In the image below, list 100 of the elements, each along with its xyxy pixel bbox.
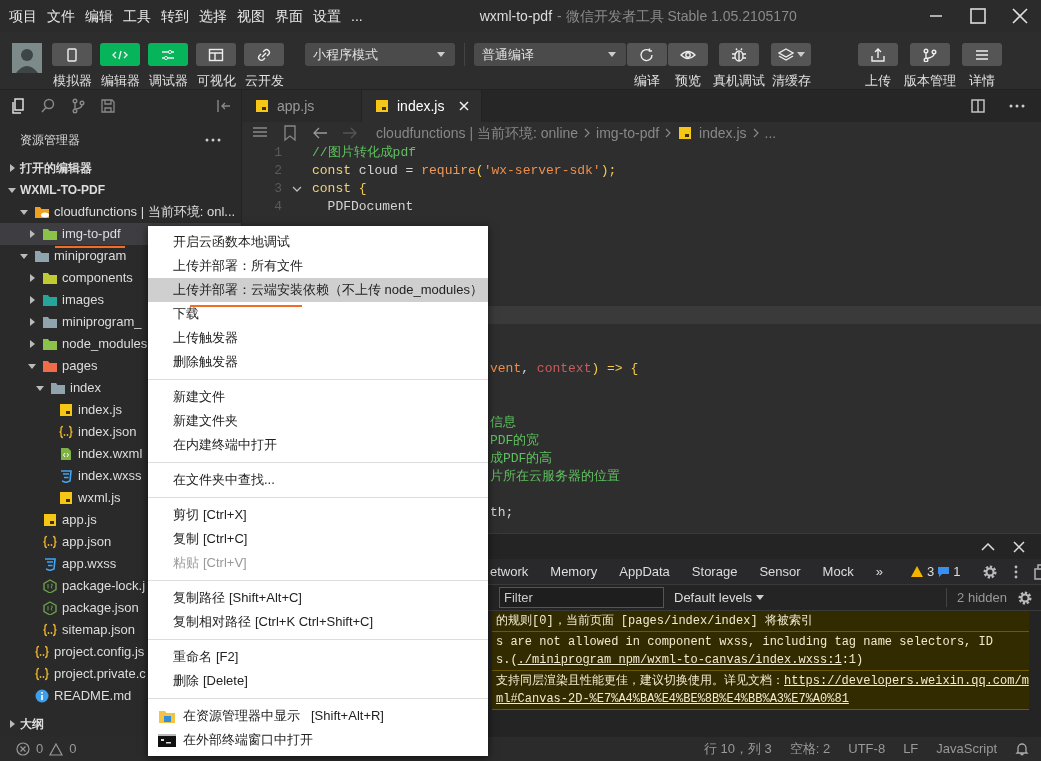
toolbar-label: 模拟器 xyxy=(52,72,92,90)
devtools-tab[interactable]: Mock xyxy=(822,561,854,582)
menu-item[interactable]: 删除触发器 xyxy=(148,350,488,374)
compile-dropdown[interactable]: 普通编译 xyxy=(474,43,626,66)
filter-field[interactable]: Filter xyxy=(499,587,664,608)
editor-tab[interactable]: index.js xyxy=(362,90,482,122)
tree-item[interactable]: cloudfunctions | 当前环境: onl... xyxy=(0,201,241,223)
menu-item[interactable]: 复制相对路径 [Ctrl+K Ctrl+Shift+C] xyxy=(148,610,488,634)
status-item[interactable]: UTF-8 xyxy=(848,739,886,759)
breadcrumb-item[interactable]: ... xyxy=(764,122,777,144)
status-item[interactable]: 空格: 2 xyxy=(789,739,831,759)
breadcrumb-item[interactable]: index.js xyxy=(699,122,747,144)
phone-icon xyxy=(64,47,80,62)
layout-button[interactable] xyxy=(196,43,236,66)
menu-item[interactable]: 项目 xyxy=(4,5,42,27)
js-file-icon xyxy=(254,99,270,113)
code-line: const { xyxy=(312,180,367,199)
menu-item[interactable]: 转到 xyxy=(156,5,194,27)
menu-item[interactable]: 删除 [Delete] xyxy=(148,669,488,693)
devtools-tab[interactable]: AppData xyxy=(619,561,670,582)
split-editor-icon[interactable] xyxy=(971,99,985,113)
breadcrumb-item[interactable]: img-to-pdf xyxy=(596,122,660,144)
back-icon[interactable] xyxy=(312,125,328,141)
settings-icon[interactable] xyxy=(1017,589,1033,606)
link[interactable]: ./miniprogram_npm/wxml-to-canvas/index.wxss:1 xyxy=(517,653,842,667)
menu-item[interactable]: 在内建终端中打开 xyxy=(148,433,488,457)
branch-icon[interactable] xyxy=(70,98,86,114)
close-icon[interactable] xyxy=(1013,540,1025,553)
more-tabs-button[interactable]: » xyxy=(875,561,883,582)
phone-button[interactable] xyxy=(52,43,92,66)
warning-count[interactable]: 3 xyxy=(926,561,935,582)
menu-item[interactable]: 复制 [Ctrl+C] xyxy=(148,527,488,551)
layers-button[interactable] xyxy=(771,43,811,66)
layers-icon xyxy=(777,47,794,62)
sliders-icon xyxy=(160,47,176,62)
chevron-up-icon[interactable] xyxy=(981,542,995,551)
menu-item[interactable]: 新建文件夹 xyxy=(148,409,488,433)
menu-item[interactable]: 下载 xyxy=(148,302,488,326)
menu-item[interactable]: 上传触发器 xyxy=(148,326,488,350)
editor-tab[interactable]: app.js xyxy=(242,90,362,122)
menu-item[interactable]: 上传并部署：所有文件 xyxy=(148,254,488,278)
menu-item[interactable]: 视图 xyxy=(232,5,270,27)
section-header[interactable]: 打开的编辑器 xyxy=(20,159,92,177)
menu-item[interactable]: 在外部终端窗口中打开 xyxy=(148,728,488,752)
settings-icon[interactable] xyxy=(982,563,999,580)
section-header[interactable]: WXML-TO-PDF xyxy=(20,181,106,199)
warning-icon xyxy=(910,566,923,577)
maximize-icon[interactable] xyxy=(969,8,987,24)
menu-item[interactable]: 编辑 xyxy=(80,5,118,27)
devtools-tab[interactable]: Memory xyxy=(550,561,598,582)
status-item[interactable]: LF xyxy=(903,739,919,759)
menu-button[interactable] xyxy=(962,43,1002,66)
collapse-panel-icon[interactable] xyxy=(215,98,231,114)
menu-item[interactable]: ... xyxy=(346,5,368,27)
toolbar-label: 清缓存 xyxy=(771,72,811,90)
menu-item[interactable]: 选择 xyxy=(194,5,232,27)
warning-icon xyxy=(49,742,64,756)
menu-item[interactable]: 文件 xyxy=(42,5,80,27)
menu-item[interactable]: 工具 xyxy=(118,5,156,27)
toolbar-label: 真机调试 xyxy=(713,72,765,90)
menu-item[interactable]: 在资源管理器中显示 [Shift+Alt+R] xyxy=(148,704,488,728)
menu-item[interactable]: 新建文件 xyxy=(148,385,488,409)
link-icon xyxy=(256,47,272,62)
more-icon[interactable] xyxy=(205,137,221,142)
error-count[interactable]: 0 xyxy=(36,739,44,759)
search-icon[interactable] xyxy=(40,98,56,114)
breadcrumb-item[interactable]: cloudfunctions | 当前环境: online xyxy=(376,122,579,144)
bell-icon[interactable] xyxy=(1015,742,1029,756)
bookmark-icon[interactable] xyxy=(282,125,298,141)
status-item[interactable]: JavaScript xyxy=(936,739,997,759)
refresh-button[interactable] xyxy=(627,43,667,66)
sliders-button[interactable] xyxy=(148,43,188,66)
devtools-tab[interactable]: etwork xyxy=(490,561,529,582)
branch-button[interactable] xyxy=(910,43,950,66)
warning-count[interactable]: 0 xyxy=(69,739,77,759)
menu-item[interactable]: 界面 xyxy=(270,5,308,27)
link[interactable]: ml#Canvas-2D-%E7%A4%BA%E4%BE%8B%E4%BB%A3%E7%A0%81 xyxy=(496,692,849,706)
fold-chevron-icon[interactable] xyxy=(292,185,302,193)
link[interactable]: https://developers.weixin.qq.com/m xyxy=(784,674,1029,688)
files-icon[interactable] xyxy=(10,98,26,114)
menu-item[interactable]: 复制路径 [Shift+Alt+C] xyxy=(148,586,488,610)
close-icon[interactable] xyxy=(1011,8,1029,24)
bug-button[interactable] xyxy=(719,43,759,66)
bug-icon xyxy=(731,47,747,62)
section-header[interactable]: 大纲 xyxy=(20,715,44,733)
upload-button[interactable] xyxy=(858,43,898,66)
info-count[interactable]: 1 xyxy=(953,561,961,582)
save-icon[interactable] xyxy=(100,98,116,114)
devtools-tab[interactable]: Sensor xyxy=(759,561,801,582)
js-file-icon xyxy=(58,403,74,417)
menu-item[interactable]: 设置 xyxy=(308,5,346,27)
menu-item[interactable]: 重命名 [F2] xyxy=(148,645,488,669)
more-vertical-icon[interactable] xyxy=(1014,564,1019,579)
eye-button[interactable] xyxy=(668,43,708,66)
more-icon[interactable] xyxy=(1009,104,1025,108)
mode-dropdown[interactable]: 小程序模式 xyxy=(305,43,455,66)
devtools-tab[interactable]: Storage xyxy=(691,561,738,582)
status-item[interactable]: 行 10，列 3 xyxy=(703,739,772,759)
levels-dropdown[interactable]: Default levels xyxy=(674,587,765,608)
close-icon[interactable] xyxy=(459,101,469,111)
